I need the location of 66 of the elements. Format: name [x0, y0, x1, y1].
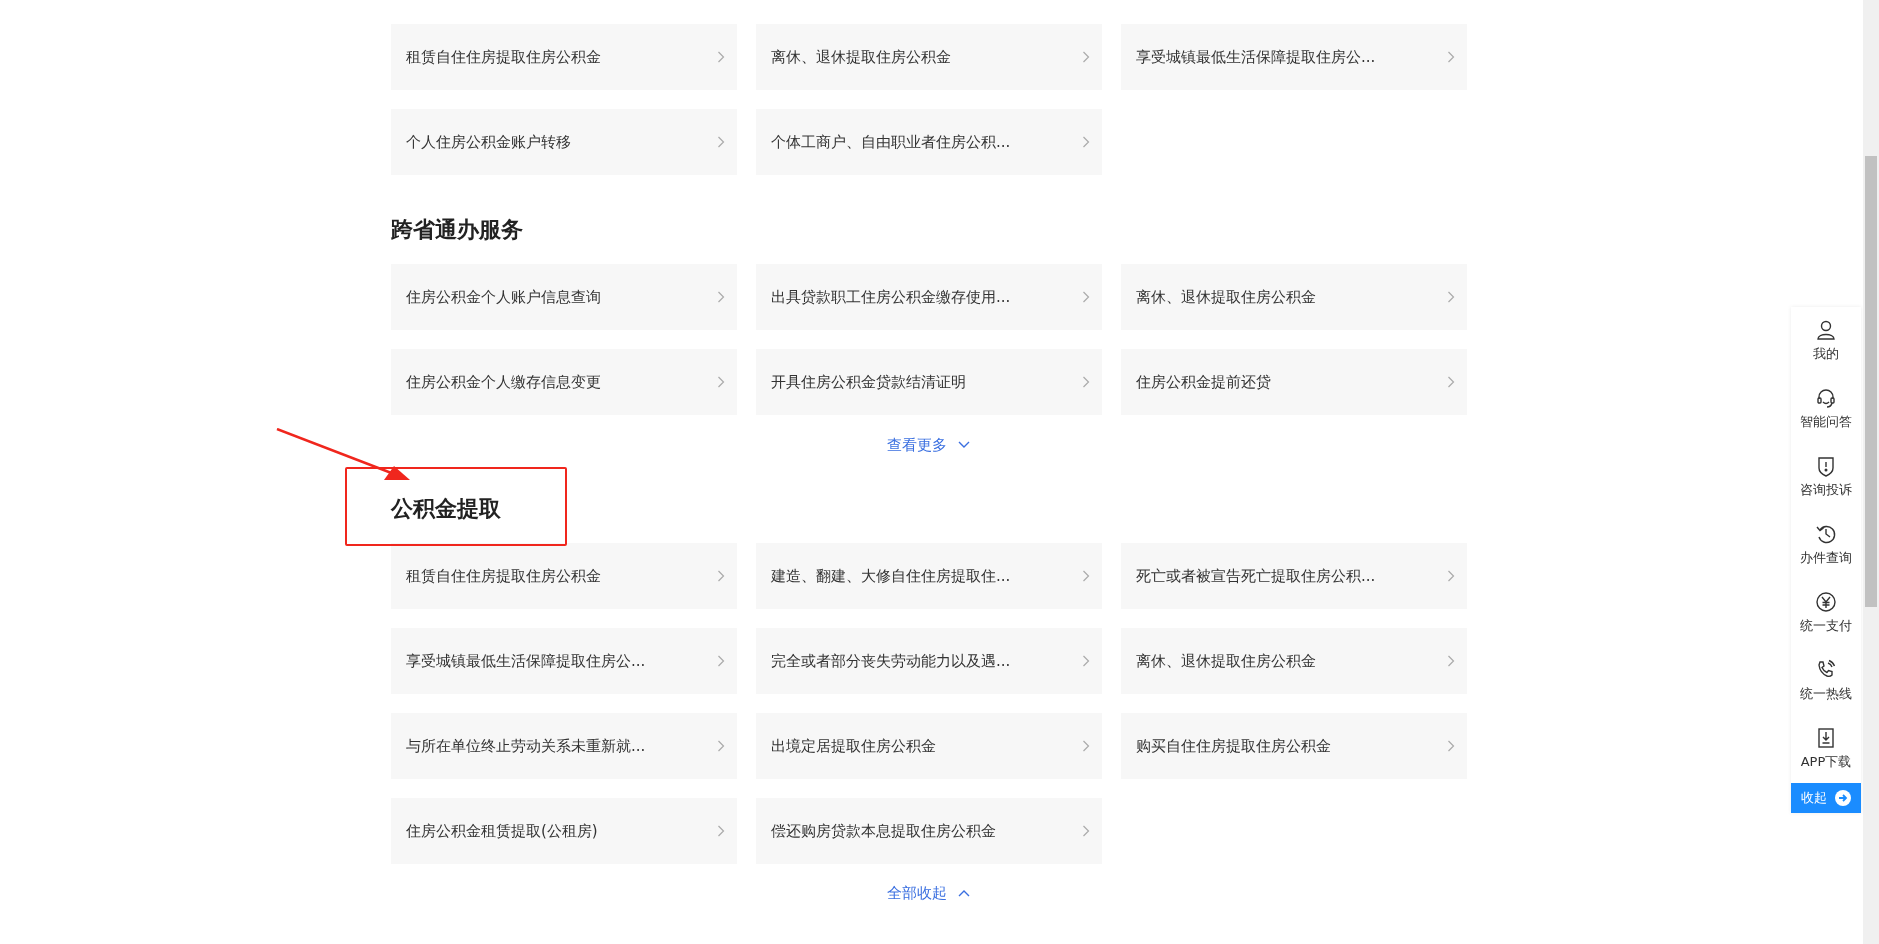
scrollbar[interactable]: [1863, 0, 1879, 944]
chevron-icon: [957, 888, 971, 898]
service-item[interactable]: 住房公积金提前还贷: [1121, 349, 1467, 415]
service-item[interactable]: 偿还购房贷款本息提取住房公积金: [756, 798, 1102, 864]
service-item[interactable]: 住房公积金租赁提取(公租房): [391, 798, 737, 864]
service-item[interactable]: 离休、退休提取住房公积金: [1121, 264, 1467, 330]
shield-alert-icon: [1815, 455, 1837, 477]
chevron-right-icon: [717, 51, 725, 63]
service-item[interactable]: 享受城镇最低生活保障提取住房公...: [1121, 24, 1467, 90]
side-toolbar-item[interactable]: 办件查询: [1800, 511, 1852, 579]
service-item[interactable]: 完全或者部分丧失劳动能力以及遇...: [756, 628, 1102, 694]
chevron-right-icon: [1082, 291, 1090, 303]
chevron-right-icon: [1082, 376, 1090, 388]
service-item[interactable]: 离休、退休提取住房公积金: [1121, 628, 1467, 694]
toggle-link[interactable]: 查看更多: [887, 430, 971, 460]
chevron-right-icon: [1447, 655, 1455, 667]
chevron-right-icon: [717, 376, 725, 388]
section-heading: 跨省通办服务: [391, 216, 524, 244]
service-item[interactable]: 住房公积金个人缴存信息变更: [391, 349, 737, 415]
service-item[interactable]: 离休、退休提取住房公积金: [756, 24, 1102, 90]
chevron-right-icon: [1082, 570, 1090, 582]
chevron-right-icon: [717, 825, 725, 837]
service-item[interactable]: 租赁自住住房提取住房公积金: [391, 543, 737, 609]
side-toolbar-item[interactable]: 咨询投诉: [1800, 443, 1852, 511]
service-item[interactable]: 享受城镇最低生活保障提取住房公...: [391, 628, 737, 694]
side-toolbar-item[interactable]: APP下载: [1800, 715, 1852, 783]
chevron-right-icon: [717, 136, 725, 148]
service-item[interactable]: 个人住房公积金账户转移: [391, 109, 737, 175]
chevron-right-icon: [1082, 825, 1090, 837]
service-item[interactable]: 个体工商户、自由职业者住房公积...: [756, 109, 1102, 175]
chevron-right-icon: [1082, 655, 1090, 667]
scrollbar-thumb[interactable]: [1865, 156, 1877, 607]
service-item[interactable]: 开具住房公积金贷款结清证明: [756, 349, 1102, 415]
chevron-right-icon: [1447, 291, 1455, 303]
arrow-right-icon: [1835, 790, 1851, 806]
chevron-right-icon: [717, 655, 725, 667]
side-toolbar-item[interactable]: 智能问答: [1800, 375, 1852, 443]
service-item[interactable]: 出具贷款职工住房公积金缴存使用...: [756, 264, 1102, 330]
service-item[interactable]: 死亡或者被宣告死亡提取住房公积...: [1121, 543, 1467, 609]
chevron-right-icon: [1082, 740, 1090, 752]
chevron-right-icon: [717, 570, 725, 582]
toggle-link[interactable]: 全部收起: [887, 878, 971, 908]
chevron-icon: [957, 440, 971, 450]
yen-icon: [1815, 591, 1837, 613]
service-item[interactable]: 建造、翻建、大修自住住房提取住...: [756, 543, 1102, 609]
side-toolbar-item[interactable]: 统一热线: [1800, 647, 1852, 715]
chevron-right-icon: [1082, 51, 1090, 63]
side-toolbar-item[interactable]: 统一支付: [1800, 579, 1852, 647]
service-item[interactable]: 与所在单位终止劳动关系未重新就...: [391, 713, 737, 779]
chevron-right-icon: [1447, 570, 1455, 582]
side-toolbar-item[interactable]: 我的: [1813, 307, 1839, 375]
service-item[interactable]: 租赁自住住房提取住房公积金: [391, 24, 737, 90]
download-icon: [1815, 727, 1837, 749]
service-item[interactable]: 出境定居提取住房公积金: [756, 713, 1102, 779]
chevron-right-icon: [1447, 740, 1455, 752]
service-item[interactable]: 住房公积金个人账户信息查询: [391, 264, 737, 330]
chevron-right-icon: [1447, 51, 1455, 63]
chevron-right-icon: [1447, 376, 1455, 388]
service-item[interactable]: 购买自住住房提取住房公积金: [1121, 713, 1467, 779]
chevron-right-icon: [1082, 136, 1090, 148]
history-icon: [1815, 523, 1837, 545]
section-heading: 公积金提取: [391, 495, 502, 523]
user-icon: [1815, 319, 1837, 341]
headset-icon: [1815, 387, 1837, 409]
chevron-right-icon: [717, 291, 725, 303]
chevron-right-icon: [717, 740, 725, 752]
